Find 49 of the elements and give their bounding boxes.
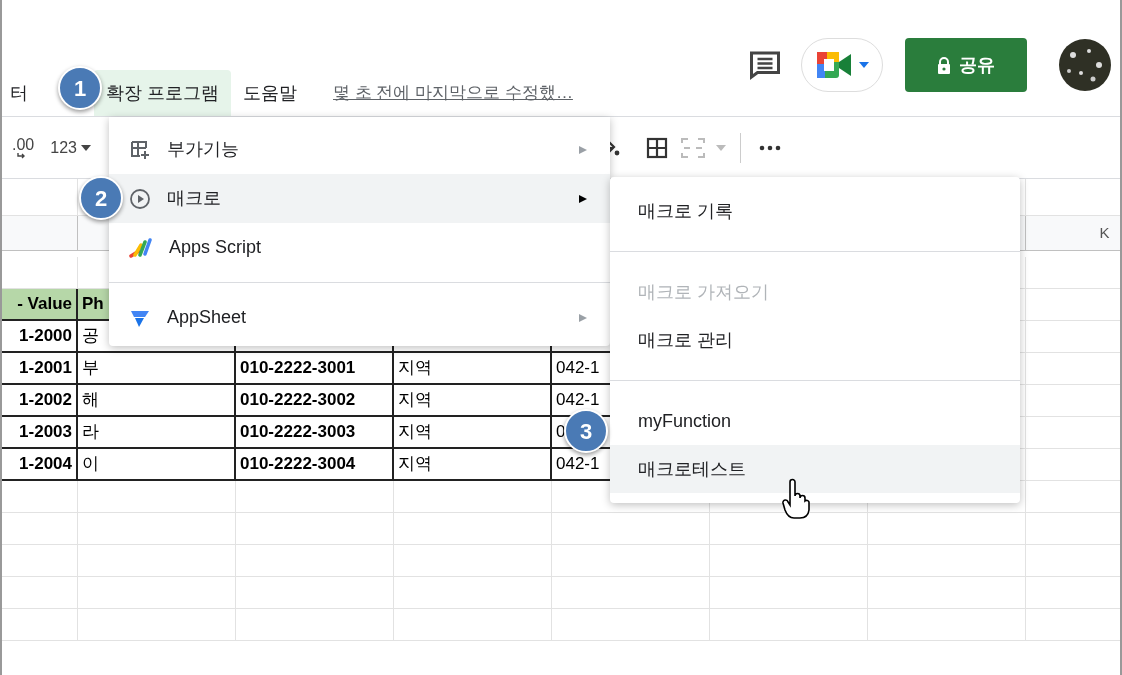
menu-item-label: Apps Script bbox=[169, 236, 263, 259]
number-format-button[interactable]: 123 bbox=[50, 135, 91, 160]
menu-item-label: 매크로 bbox=[167, 187, 222, 210]
table-cell: 지역 bbox=[394, 353, 552, 385]
avatar[interactable] bbox=[1059, 39, 1111, 91]
table-cell: 지역 bbox=[394, 385, 552, 417]
menu-item[interactable]: 부가기능 bbox=[109, 125, 610, 174]
borders-icon[interactable] bbox=[645, 136, 668, 159]
table-cell: 1-2004 bbox=[2, 449, 78, 481]
step-badge: 3 bbox=[564, 409, 608, 453]
share-button[interactable]: 공유 bbox=[905, 38, 1027, 92]
table-cell: 010-2222-3004 bbox=[236, 449, 394, 481]
submenu-item[interactable]: 매크로 기록 bbox=[610, 187, 1020, 235]
table-cell: 1-2001 bbox=[2, 353, 78, 385]
table-cell: 해 bbox=[78, 385, 236, 417]
submenu-arrow-icon bbox=[578, 312, 588, 323]
lock-icon bbox=[937, 56, 951, 74]
menu-bar-item[interactable]: 터 bbox=[2, 70, 40, 116]
table-cell: 010-2222-3003 bbox=[236, 417, 394, 449]
menu-item[interactable]: Apps Script bbox=[109, 223, 610, 272]
table-cell: 부 bbox=[78, 353, 236, 385]
table-cell: - Value bbox=[2, 289, 78, 321]
column-header[interactable]: K bbox=[1099, 221, 1110, 245]
menu-bar-item[interactable]: 도움말 bbox=[231, 70, 309, 116]
table-cell: 010-2222-3001 bbox=[236, 353, 394, 385]
step-badge: 1 bbox=[58, 66, 102, 110]
merge-cells-icon[interactable] bbox=[679, 136, 706, 159]
caret-icon bbox=[80, 144, 91, 151]
more-icon[interactable] bbox=[758, 144, 781, 151]
submenu-arrow-icon bbox=[578, 193, 588, 204]
table-cell: 지역 bbox=[394, 449, 552, 481]
decimal-button[interactable]: .00 bbox=[12, 136, 35, 159]
submenu-arrow-icon bbox=[578, 144, 588, 155]
script-logo-icon bbox=[129, 236, 153, 259]
table-add-icon bbox=[129, 138, 151, 161]
submenu-item[interactable]: 매크로테스트 bbox=[610, 445, 1020, 493]
table-cell: 이 bbox=[78, 449, 236, 481]
menu-bar-item[interactable]: 확장 프로그램 bbox=[94, 70, 231, 116]
table-cell: 1-2003 bbox=[2, 417, 78, 449]
table-cell: 라 bbox=[78, 417, 236, 449]
table-cell: 1-2000 bbox=[2, 321, 78, 353]
table-cell: 010-2222-3002 bbox=[236, 385, 394, 417]
table-cell: 지역 bbox=[394, 417, 552, 449]
caret-icon bbox=[859, 62, 869, 68]
last-edit-link[interactable]: 몇 초 전에 마지막으로 수정했… bbox=[333, 80, 573, 106]
play-circle-icon bbox=[129, 187, 151, 210]
table-cell: 1-2002 bbox=[2, 385, 78, 417]
menu-item[interactable]: 매크로 bbox=[109, 174, 610, 223]
menu-item-label: 부가기능 bbox=[167, 138, 240, 161]
